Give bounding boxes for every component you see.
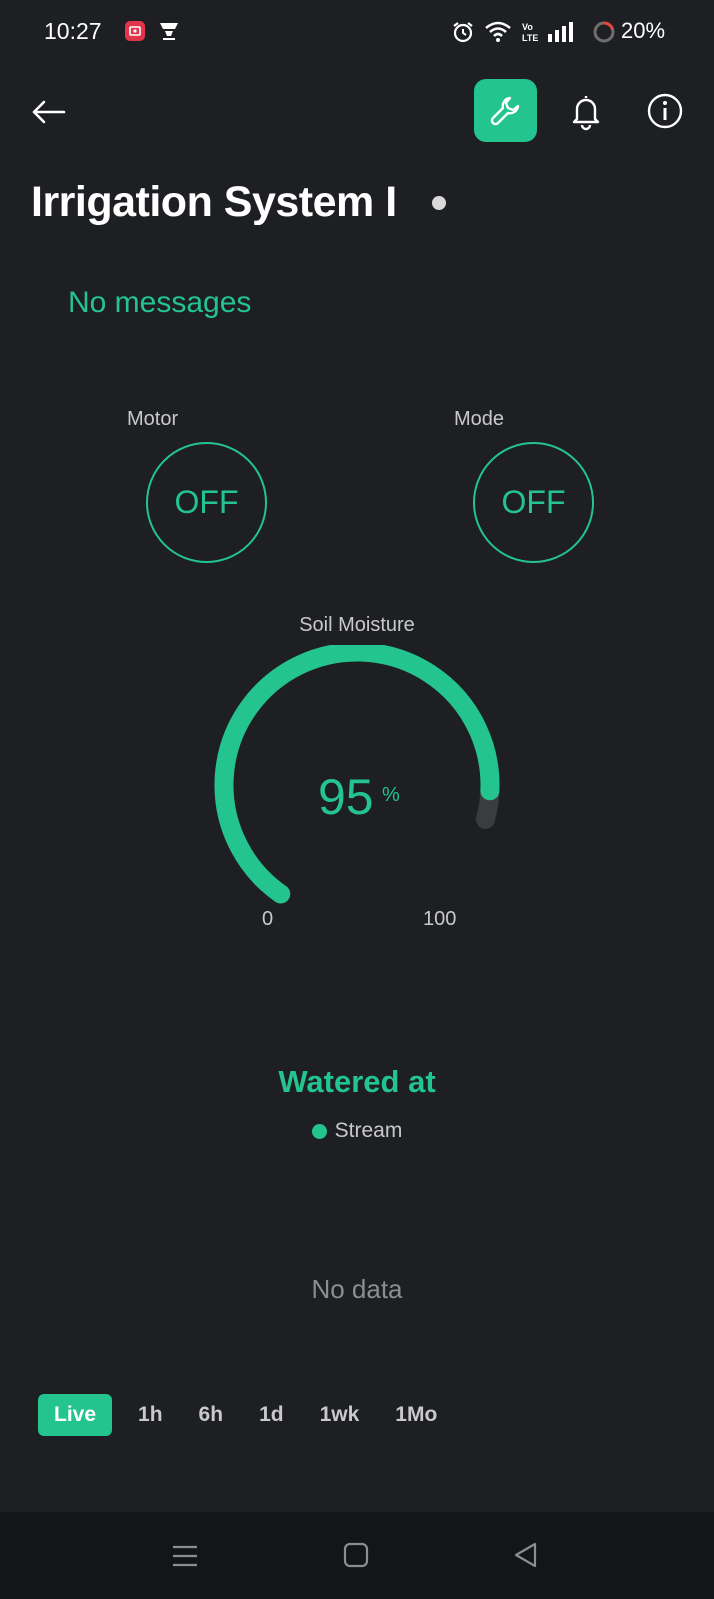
device-status-dot (432, 196, 446, 210)
legend-dot-icon (311, 1123, 327, 1139)
range-1h[interactable]: 1h (138, 1403, 163, 1427)
battery-icon (592, 20, 616, 49)
gauge-unit: % (382, 784, 400, 806)
nav-back-icon[interactable] (512, 1541, 540, 1574)
volte-icon: Vo LTE (521, 20, 539, 49)
home-icon[interactable] (342, 1541, 370, 1574)
range-live[interactable]: Live (38, 1394, 113, 1436)
gauge-value: 95 (318, 769, 374, 825)
system-nav-bar (0, 1512, 714, 1599)
settings-button[interactable] (474, 79, 537, 142)
mode-switch-button[interactable]: OFF (473, 442, 594, 563)
info-button[interactable] (645, 91, 685, 136)
legend-label: Stream (334, 1119, 403, 1142)
back-button[interactable] (28, 92, 68, 132)
screen-record-icon (124, 20, 146, 47)
range-1wk[interactable]: 1wk (320, 1403, 360, 1427)
gauge-max-label: 100 (423, 908, 457, 930)
mode-label: Mode (454, 408, 505, 430)
range-6h[interactable]: 6h (199, 1403, 224, 1427)
svg-text:Vo: Vo (522, 22, 533, 32)
status-time: 10:27 (44, 18, 102, 44)
bell-icon (572, 96, 600, 131)
chart-legend: Stream (0, 1119, 714, 1143)
battery-percent: 20% (621, 18, 666, 43)
menu-icon[interactable] (171, 1542, 199, 1575)
chart-title: Watered at (278, 1064, 436, 1099)
time-range-selector: Live 1h 6h 1d 1wk 1Mo (38, 1394, 473, 1436)
notifications-button[interactable] (566, 91, 606, 136)
range-1mo[interactable]: 1Mo (395, 1403, 437, 1427)
motor-switch-button[interactable]: OFF (146, 442, 267, 563)
chart-empty-text: No data (311, 1274, 403, 1304)
back-arrow-icon (32, 100, 66, 124)
wrench-icon (490, 96, 519, 125)
range-1d[interactable]: 1d (259, 1403, 284, 1427)
gauge-min-label: 0 (262, 908, 274, 930)
device-title: Irrigation System I (31, 178, 397, 226)
info-icon (647, 93, 683, 129)
alarm-icon (451, 20, 475, 49)
svg-text:LTE: LTE (522, 33, 538, 43)
gauge-label: Soil Moisture (299, 614, 415, 636)
signal-icon (547, 20, 577, 49)
wifi-icon (484, 20, 512, 49)
messages-text: No messages (68, 286, 252, 319)
app-notification-icon (158, 20, 180, 47)
motor-label: Motor (127, 408, 179, 430)
